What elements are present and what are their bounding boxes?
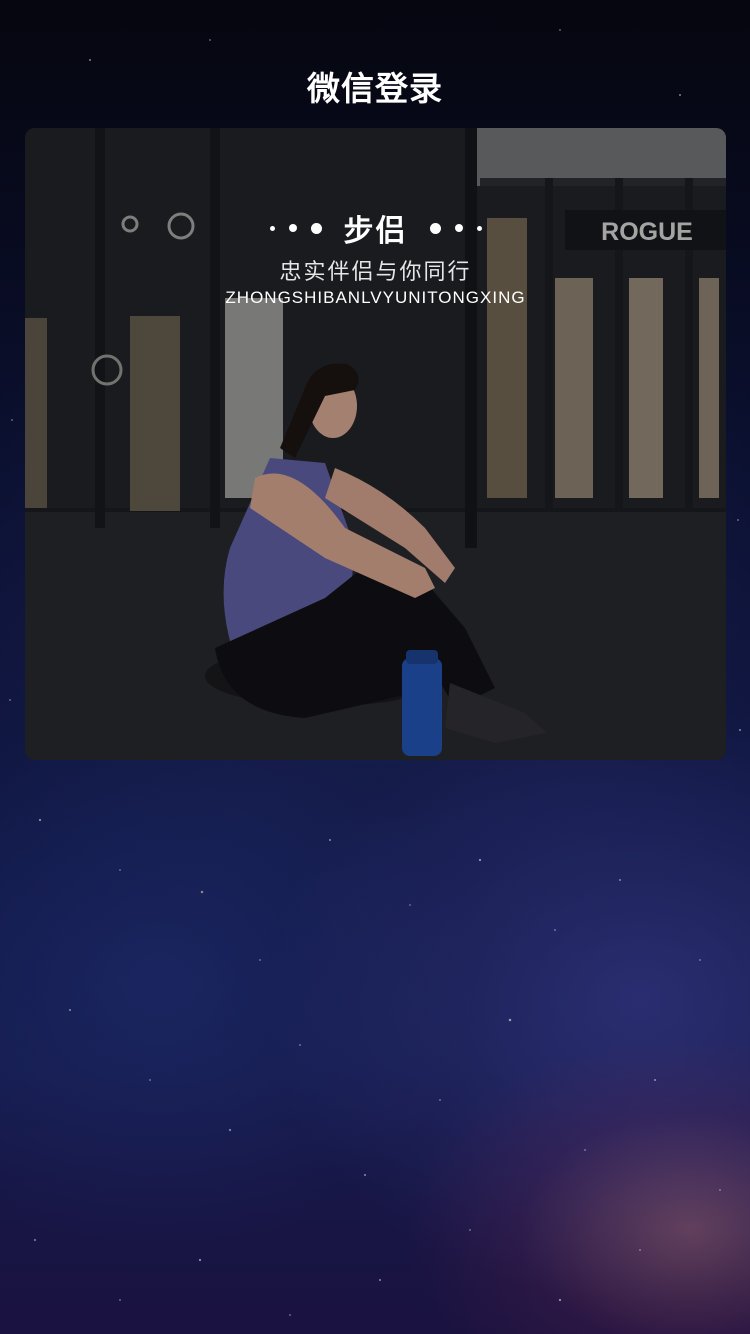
decorative-dot-icon (429, 222, 441, 234)
decorative-dot-icon (476, 225, 482, 231)
decorative-dot-icon (310, 222, 322, 234)
decorative-dot-icon (269, 225, 275, 231)
slogan-chinese: 忠实伴侣与你同行 (279, 260, 472, 285)
brand-name: 步侣 (343, 214, 408, 249)
page-title: 微信登录 (307, 69, 443, 108)
brand-logo-row: 步侣 (25, 206, 726, 250)
slogan-pinyin: ZHONGSHIBANLVYUNITONGXING (225, 288, 526, 307)
decorative-dot-icon (288, 224, 297, 232)
hero-image-card: ROGUE 步侣 忠实伴侣与你同行 ZHONGSHIBANLVYUNITONGX… (25, 128, 726, 760)
decorative-dot-icon (454, 224, 463, 232)
